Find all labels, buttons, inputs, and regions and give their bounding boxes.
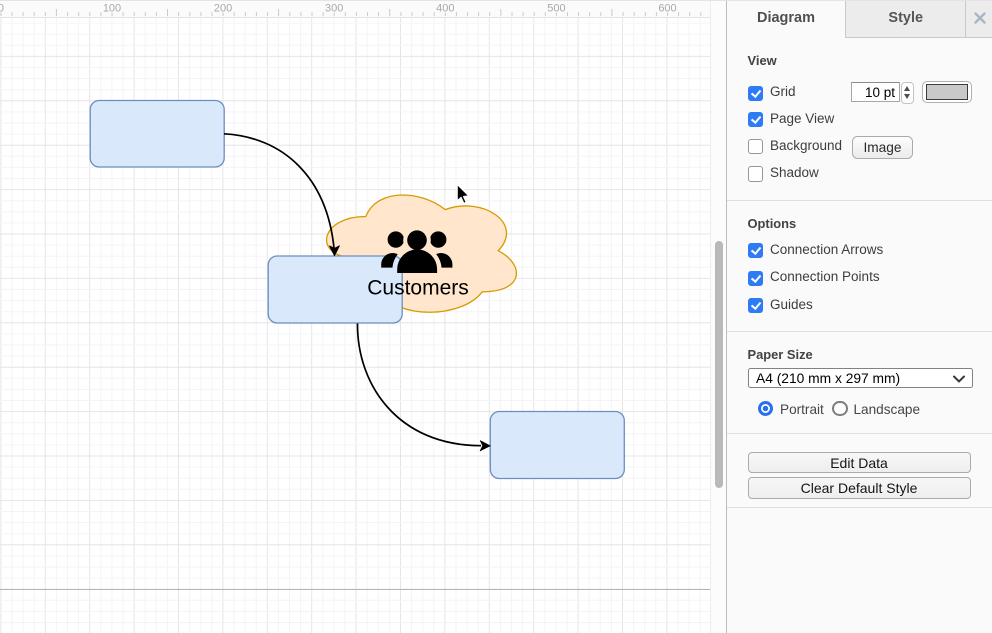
svg-text:400: 400 (436, 3, 454, 15)
svg-text:0: 0 (0, 3, 4, 15)
svg-text:100: 100 (103, 3, 121, 15)
svg-text:300: 300 (325, 3, 343, 15)
svg-text:600: 600 (658, 3, 676, 15)
svg-text:Customers: Customers (367, 277, 469, 300)
svg-text:200: 200 (214, 3, 232, 15)
svg-text:500: 500 (547, 3, 565, 15)
